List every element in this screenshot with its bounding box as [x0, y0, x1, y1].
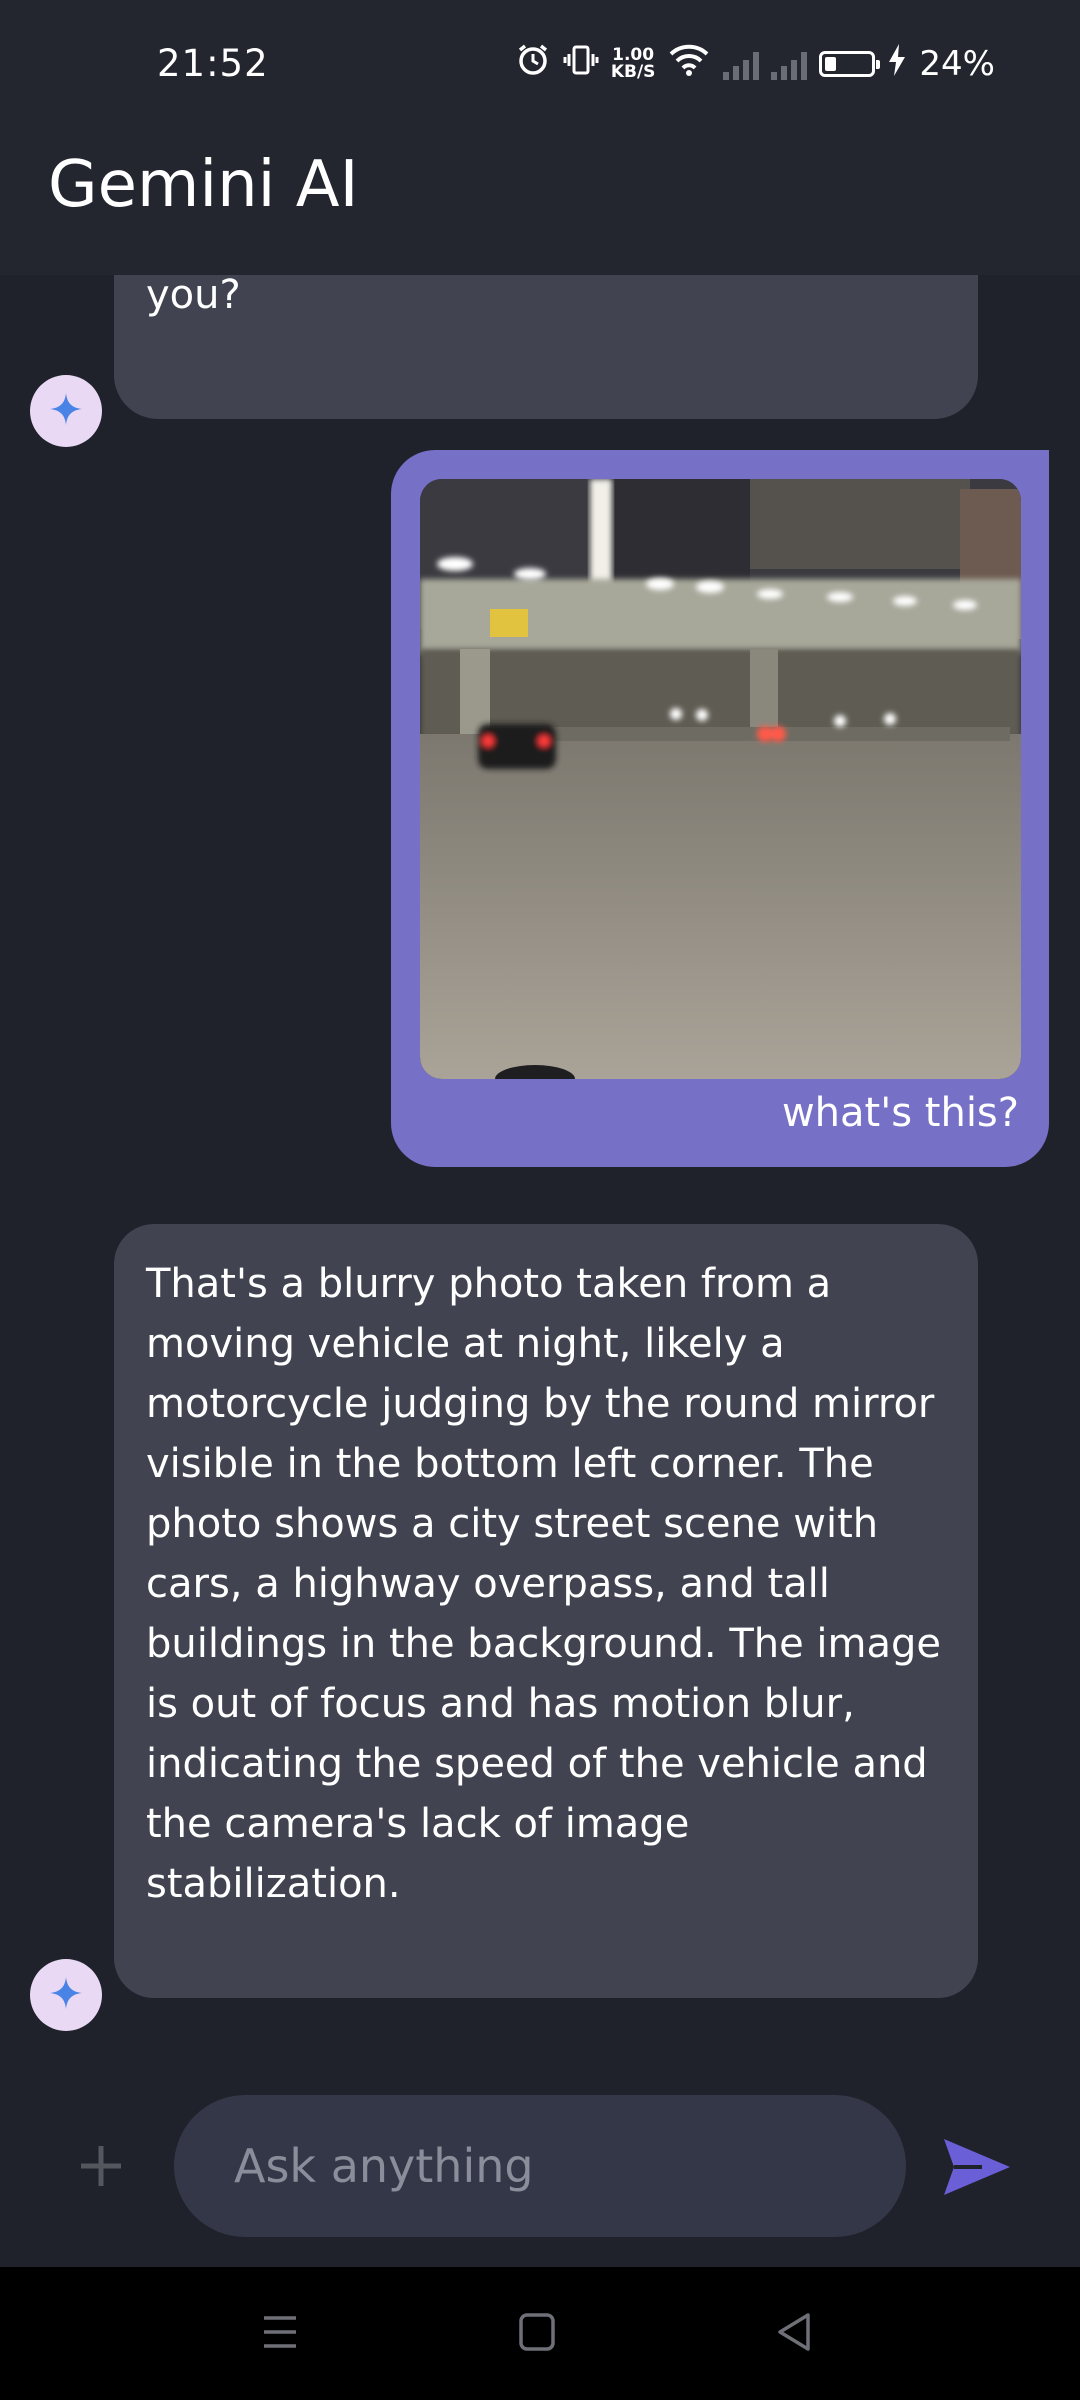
signal-icon [771, 48, 808, 80]
composer-bar [0, 2065, 1080, 2265]
status-bar: 21:52 1.00 KB/S 24% [0, 0, 1080, 130]
home-button[interactable] [519, 2312, 555, 2356]
back-button[interactable] [776, 2312, 812, 2356]
back-icon [776, 2313, 812, 2356]
system-nav-bar [0, 2267, 1080, 2400]
alarm-icon [515, 42, 551, 87]
recent-apps-button[interactable] [262, 2312, 298, 2356]
gemini-avatar [30, 1959, 102, 2031]
signal-icon [723, 48, 760, 80]
sparkle-icon [46, 1973, 86, 2017]
charging-icon [887, 43, 907, 86]
page-title: Gemini AI [48, 148, 359, 222]
add-attachment-button[interactable] [73, 2140, 129, 2196]
ai-message-text: That's a blurry photo taken from a movin… [146, 1261, 942, 1907]
net-speed: 1.00 KB/S [611, 47, 656, 81]
user-message-text: what's this? [781, 1090, 1019, 1136]
battery-icon [819, 51, 881, 77]
ai-message-bubble: you? [114, 275, 978, 419]
status-time: 21:52 [157, 42, 269, 85]
message-input[interactable] [174, 2095, 906, 2237]
ai-message-text: you? [146, 275, 241, 318]
plus-icon [77, 2129, 125, 2206]
send-button[interactable] [942, 2137, 1012, 2197]
sparkle-icon [46, 389, 86, 433]
send-icon [942, 2139, 1012, 2201]
home-icon [519, 2313, 555, 2356]
user-message-bubble: what's this? [391, 450, 1049, 1167]
status-icons: 1.00 KB/S 24% [515, 42, 995, 86]
wifi-icon [667, 42, 711, 87]
gemini-avatar [30, 375, 102, 447]
ai-message-bubble: That's a blurry photo taken from a movin… [114, 1224, 978, 1998]
net-speed-unit: KB/S [610, 62, 656, 82]
menu-icon [262, 2316, 298, 2356]
attached-photo[interactable] [420, 479, 1021, 1079]
app-header: Gemini AI [0, 130, 1080, 275]
chat-thread[interactable]: you? what's this? That's a blurry photo … [0, 275, 1080, 2065]
battery-percent: 24% [919, 44, 995, 84]
vibrate-icon [563, 42, 599, 87]
